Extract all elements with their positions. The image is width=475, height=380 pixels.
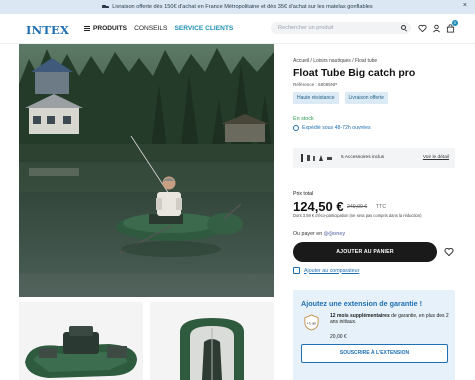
shipping-box-icon bbox=[293, 125, 299, 131]
tag-free-shipping: Livraison offerte bbox=[344, 92, 389, 104]
main-nav: PRODUITS CONSEILS SERVICE CLIENTS bbox=[84, 25, 233, 32]
price: 124,50 € bbox=[293, 199, 344, 214]
menu-icon bbox=[84, 26, 90, 31]
product-tags: Haute résistance Livraison offerte bbox=[293, 92, 389, 104]
compare-link[interactable]: Ajouter au comparateur bbox=[293, 267, 359, 274]
oney-logo[interactable]: ◎◎oney bbox=[324, 231, 346, 237]
old-price: 249,00 € bbox=[347, 204, 368, 210]
logo[interactable]: INTEX bbox=[26, 23, 69, 37]
ttc-label: TTC bbox=[376, 204, 387, 210]
nav-service[interactable]: SERVICE CLIENTS bbox=[174, 25, 233, 32]
pay-with: Ou payer en ◎◎oney bbox=[293, 231, 345, 237]
accessories-text: 5 Accessoires inclus bbox=[341, 155, 385, 160]
warranty-title: Ajoutez une extension de garantie ! bbox=[301, 299, 423, 308]
close-icon[interactable]: × bbox=[463, 2, 467, 9]
eco-participation: Dont 3,59 € d'éco-participation (ne sera… bbox=[293, 213, 422, 218]
add-to-cart-button[interactable]: AJOUTER AU PANIER bbox=[293, 242, 437, 262]
product-thumbnail-2[interactable] bbox=[150, 302, 274, 380]
truck-icon bbox=[102, 4, 109, 10]
compare-icon bbox=[293, 267, 300, 274]
user-icon[interactable] bbox=[432, 24, 441, 33]
warranty-box: Ajoutez une extension de garantie ! +1 a… bbox=[293, 290, 455, 380]
cart-count-badge: 0 bbox=[452, 20, 458, 26]
product-reference: Référence : 68085NP bbox=[293, 82, 338, 87]
promo-text: Livraison offerte dès 150€ d'achat en Fr… bbox=[112, 4, 373, 10]
nav-products[interactable]: PRODUITS bbox=[84, 25, 127, 32]
tag-resistance: Haute résistance bbox=[293, 92, 339, 104]
price-label: Prix total bbox=[293, 191, 314, 197]
heart-icon[interactable] bbox=[444, 247, 454, 257]
product-thumbnail-1[interactable] bbox=[19, 302, 143, 380]
heart-icon[interactable] bbox=[418, 24, 427, 33]
search-icon[interactable] bbox=[401, 25, 406, 30]
search-input[interactable]: Rechercher un produit bbox=[271, 22, 411, 34]
promo-banner: Livraison offerte dès 150€ d'achat en Fr… bbox=[0, 0, 475, 14]
shipping-info: Expédié sous 48-72h ouvrées bbox=[293, 125, 371, 131]
search-placeholder: Rechercher un produit bbox=[278, 25, 334, 31]
warranty-price: 20,00 € bbox=[330, 334, 347, 340]
shipping-text: Expédié sous 48-72h ouvrées bbox=[302, 125, 371, 131]
compare-text: Ajouter au comparateur bbox=[304, 267, 360, 274]
warranty-description: 12 mois supplémentaires de garantie, en … bbox=[330, 313, 450, 326]
site-header: INTEX PRODUITS CONSEILS SERVICE CLIENTS … bbox=[0, 14, 475, 44]
subscribe-warranty-button[interactable]: SOUSCRIRE À L'EXTENSION bbox=[301, 344, 448, 363]
accessories-detail-link[interactable]: Voir le détail bbox=[423, 155, 449, 160]
warranty-shield-icon: +1 an bbox=[304, 314, 319, 331]
product-main-image[interactable] bbox=[19, 44, 274, 297]
breadcrumb[interactable]: Accueil / Loisirs nautiques / Float tube bbox=[293, 58, 377, 64]
accessories-thumbnails bbox=[301, 154, 332, 162]
product-title: Float Tube Big catch pro bbox=[293, 67, 416, 79]
stock-status: En stock bbox=[293, 116, 314, 122]
warranty-badge-text: +1 an bbox=[307, 321, 317, 325]
nav-advice[interactable]: CONSEILS bbox=[134, 25, 167, 32]
pay-prefix: Ou payer en bbox=[293, 231, 323, 237]
nav-products-label: PRODUITS bbox=[93, 25, 128, 32]
warranty-bold: 12 mois supplémentaires bbox=[330, 313, 390, 319]
accessories-box: 5 Accessoires inclus Voir le détail bbox=[293, 148, 455, 168]
